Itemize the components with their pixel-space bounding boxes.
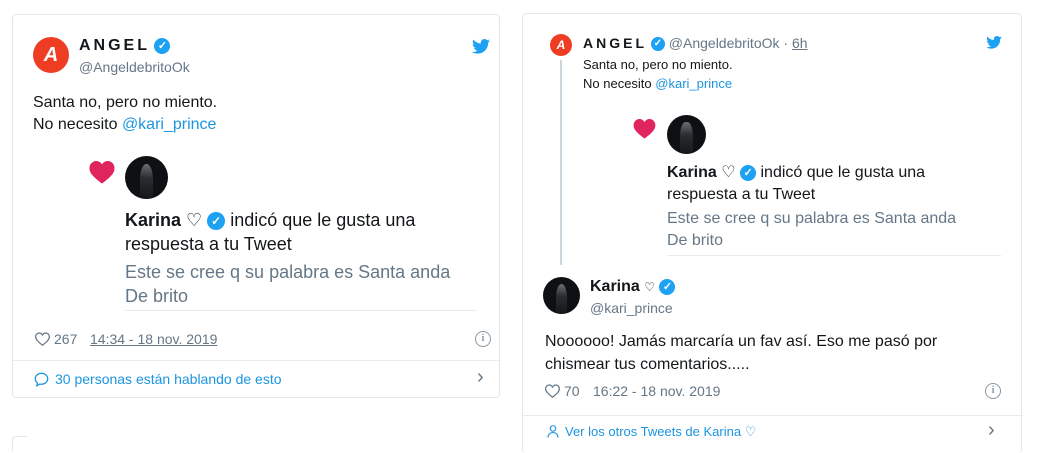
notification-name[interactable]: Karina: [667, 164, 717, 181]
tweet-text: Santa no, pero no miento. No necesito @k…: [33, 94, 218, 133]
like-count: 70: [564, 383, 580, 399]
twitter-bird-icon[interactable]: [986, 36, 1002, 49]
divider: [13, 360, 501, 361]
conversation-link[interactable]: 30 personas están hablando de esto: [55, 371, 282, 387]
quoted-reply: Este se cree q su palabra es Santa anda …: [667, 210, 957, 249]
verified-badge-icon: ✓: [659, 278, 676, 295]
embedded-tweet-left: A ANGEL ✓ @AngeldebritoOk Santa no, pero…: [12, 14, 501, 398]
reply-author-handle[interactable]: @kari_prince: [590, 300, 673, 316]
chevron-right-icon[interactable]: ›: [988, 419, 995, 442]
speech-bubble-icon: [34, 372, 49, 387]
angel-avatar[interactable]: A: [550, 34, 572, 56]
tweet-text: Santa no, pero no miento. No necesito @k…: [583, 57, 733, 91]
author-name[interactable]: ANGEL: [583, 35, 647, 51]
divider: [667, 255, 1001, 256]
mention-link[interactable]: @kari_prince: [655, 76, 732, 91]
info-icon[interactable]: i: [475, 331, 491, 347]
quoted-reply: Este se cree q su palabra es Santa anda …: [125, 262, 451, 306]
info-icon[interactable]: i: [985, 383, 1001, 399]
person-icon: [547, 425, 559, 438]
divider: [125, 310, 477, 311]
small-heart-icon: ♡: [644, 280, 656, 294]
author-name[interactable]: ANGEL: [79, 37, 150, 54]
verified-badge-icon: ✓: [207, 212, 226, 231]
author-handle[interactable]: @AngeldebritoOk: [79, 59, 190, 75]
author-handle[interactable]: @AngeldebritoOk: [669, 35, 780, 51]
angel-avatar[interactable]: A: [33, 37, 69, 73]
like-notification: Karina ♡ ✓ indicó que le gusta una respu…: [125, 208, 485, 308]
timestamp-link[interactable]: 14:34 - 18 nov. 2019: [90, 331, 217, 347]
divider: [523, 415, 1023, 416]
small-heart-icon: ♡: [721, 164, 736, 181]
embedded-tweet-right: A ANGEL ✓ @AngeldebritoOk · 6h Santa no,…: [522, 13, 1023, 453]
twitter-bird-icon[interactable]: [472, 39, 490, 54]
like-heart-icon[interactable]: [35, 332, 50, 346]
notification-name[interactable]: Karina: [125, 210, 181, 230]
mention-link[interactable]: @kari_prince: [122, 116, 217, 133]
verified-badge-icon: ✓: [650, 37, 665, 52]
author-row: ANGEL ✓ @AngeldebritoOk · 6h: [583, 35, 808, 52]
small-heart-icon: ♡: [186, 210, 203, 230]
see-more-tweets-link[interactable]: Ver los otros Tweets de Karina ♡: [565, 424, 756, 440]
like-heart-icon[interactable]: [545, 384, 560, 398]
reply-author-row: Karina ♡ ✓: [590, 278, 676, 296]
heart-icon: [89, 161, 115, 184]
reply-text: Noooooo! Jamás marcaría un fav así. Eso …: [545, 333, 938, 373]
reply-author-name[interactable]: Karina: [590, 278, 640, 295]
verified-badge-icon: ✓: [740, 164, 757, 181]
like-notification: Karina ♡ ✓ indicó que le gusta una respu…: [667, 162, 1007, 252]
timestamp-link[interactable]: 16:22 - 18 nov. 2019: [593, 383, 720, 399]
time-ago-link[interactable]: 6h: [792, 35, 808, 51]
thread-line: [560, 60, 562, 265]
author-name-row[interactable]: ANGEL ✓: [79, 37, 171, 55]
karina-avatar[interactable]: [125, 156, 168, 199]
heart-icon: [633, 119, 656, 139]
verified-badge-icon: ✓: [154, 37, 171, 54]
karina-avatar[interactable]: [667, 115, 706, 154]
karina-reply-avatar[interactable]: [543, 277, 580, 314]
like-count: 267: [54, 331, 78, 347]
chevron-right-icon[interactable]: ›: [477, 366, 484, 389]
